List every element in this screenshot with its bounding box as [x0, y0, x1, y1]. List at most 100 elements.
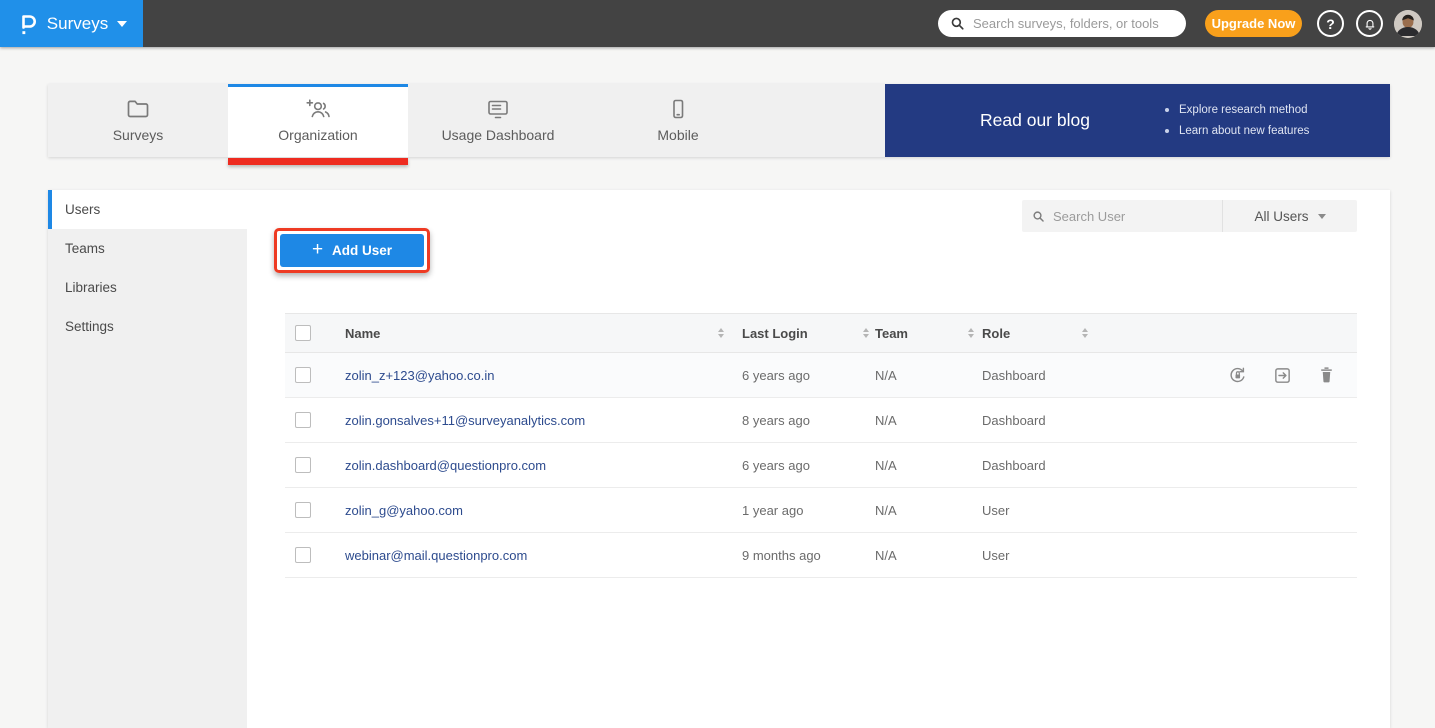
bullet-dot [1165, 129, 1169, 133]
user-email-link[interactable]: webinar@mail.questionpro.com [345, 548, 527, 563]
last-login-cell: 8 years ago [742, 413, 810, 428]
bullet-text: Explore research method [1179, 104, 1307, 116]
organization-panel: Users Teams Libraries Settings All Users [48, 190, 1390, 728]
column-header-name: Name [345, 326, 380, 341]
filter-selected-value: All Users [1254, 209, 1308, 224]
table-row: zolin.dashboard@questionpro.com 6 years … [285, 443, 1357, 488]
global-search-input[interactable] [973, 16, 1174, 31]
user-avatar[interactable] [1394, 10, 1422, 38]
team-cell: N/A [875, 458, 897, 473]
tab-organization[interactable]: Organization [228, 84, 408, 157]
tab-usage-dashboard[interactable]: Usage Dashboard [408, 84, 588, 157]
sort-icon[interactable] [718, 328, 724, 338]
questionpro-logo-icon [16, 12, 38, 36]
sidebar-item-label: Settings [65, 319, 114, 334]
add-user-button[interactable]: + Add User [280, 234, 424, 267]
sort-icon[interactable] [968, 328, 974, 338]
section-tab-bar: Surveys Organization Usage Dashboard [48, 84, 1390, 157]
product-switcher[interactable]: Surveys [0, 0, 143, 47]
login-as-user-button[interactable] [1273, 366, 1292, 385]
bullet-text: Learn about new features [1179, 125, 1309, 137]
user-email-link[interactable]: zolin.dashboard@questionpro.com [345, 458, 546, 473]
search-icon [950, 16, 965, 31]
banner-bullet: Learn about new features [1165, 125, 1309, 137]
reset-password-icon [1228, 366, 1247, 385]
chevron-down-icon [1318, 214, 1326, 219]
global-search[interactable] [938, 10, 1186, 37]
tab-label: Mobile [657, 127, 698, 143]
search-icon [1032, 210, 1045, 223]
row-checkbox[interactable] [295, 457, 311, 473]
tab-mobile[interactable]: Mobile [588, 84, 768, 157]
column-header-last-login: Last Login [742, 326, 808, 341]
table-row: webinar@mail.questionpro.com 9 months ag… [285, 533, 1357, 578]
row-checkbox[interactable] [295, 547, 311, 563]
notifications-button[interactable] [1356, 10, 1383, 37]
user-email-link[interactable]: zolin_g@yahoo.com [345, 503, 463, 518]
row-checkbox[interactable] [295, 367, 311, 383]
user-email-link[interactable]: zolin.gonsalves+11@surveyanalytics.com [345, 413, 585, 428]
delete-user-button[interactable] [1318, 366, 1335, 384]
tab-surveys[interactable]: Surveys [48, 84, 228, 157]
table-header-row: Name Last Login Team Role [285, 313, 1357, 353]
bullet-dot [1165, 108, 1169, 112]
login-arrow-icon [1273, 366, 1292, 385]
add-user-label: Add User [332, 243, 392, 258]
user-email-link[interactable]: zolin_z+123@yahoo.co.in [345, 368, 494, 383]
table-row: zolin.gonsalves+11@surveyanalytics.com 8… [285, 398, 1357, 443]
search-user-input[interactable] [1053, 209, 1212, 224]
last-login-cell: 1 year ago [742, 503, 803, 518]
role-cell: User [982, 503, 1009, 518]
blog-banner-bullets: Explore research method Learn about new … [1165, 104, 1309, 137]
sidebar-item-label: Teams [65, 241, 105, 256]
team-cell: N/A [875, 548, 897, 563]
banner-bullet: Explore research method [1165, 104, 1309, 116]
help-button[interactable]: ? [1317, 10, 1344, 37]
team-cell: N/A [875, 503, 897, 518]
red-highlight-underline [228, 158, 408, 165]
role-cell: User [982, 548, 1009, 563]
upgrade-now-button[interactable]: Upgrade Now [1205, 10, 1302, 37]
sidebar-item-label: Libraries [65, 280, 117, 295]
sidebar-item-label: Users [65, 202, 100, 217]
column-header-role: Role [982, 326, 1010, 341]
tab-label: Usage Dashboard [442, 127, 555, 143]
sidebar-item-libraries[interactable]: Libraries [48, 268, 247, 307]
sidebar-item-settings[interactable]: Settings [48, 307, 247, 346]
sort-icon[interactable] [1082, 328, 1088, 338]
topbar: Surveys Upgrade Now ? [0, 0, 1435, 47]
reset-password-button[interactable] [1228, 366, 1247, 385]
chevron-down-icon [117, 21, 127, 27]
table-row: zolin_z+123@yahoo.co.in 6 years ago N/A … [285, 353, 1357, 398]
product-name: Surveys [47, 14, 108, 34]
user-filter-dropdown[interactable]: All Users [1222, 200, 1357, 232]
add-people-icon [305, 98, 332, 120]
sidebar-item-users[interactable]: Users [48, 190, 247, 229]
question-mark-icon: ? [1326, 16, 1335, 32]
blog-banner-title: Read our blog [955, 110, 1115, 131]
plus-icon: + [312, 240, 323, 259]
role-cell: Dashboard [982, 458, 1046, 473]
tab-label: Organization [278, 127, 357, 143]
column-header-team: Team [875, 326, 908, 341]
search-user-box[interactable] [1022, 200, 1222, 232]
role-cell: Dashboard [982, 413, 1046, 428]
active-tab-indicator [228, 84, 408, 87]
select-all-checkbox[interactable] [295, 325, 311, 341]
last-login-cell: 6 years ago [742, 458, 810, 473]
bell-icon [1363, 17, 1377, 31]
tab-label: Surveys [113, 127, 164, 143]
last-login-cell: 6 years ago [742, 368, 810, 383]
trash-icon [1318, 366, 1335, 384]
dashboard-icon [486, 98, 510, 120]
row-checkbox[interactable] [295, 502, 311, 518]
team-cell: N/A [875, 413, 897, 428]
row-checkbox[interactable] [295, 412, 311, 428]
mobile-icon [667, 98, 689, 120]
blog-banner[interactable]: Read our blog Explore research method Le… [885, 84, 1390, 157]
sidebar-item-teams[interactable]: Teams [48, 229, 247, 268]
red-highlight-box: + Add User [274, 228, 430, 273]
sort-icon[interactable] [863, 328, 869, 338]
users-table: Name Last Login Team Role zolin_z+123@ya… [285, 313, 1357, 578]
tab-strip-filler [768, 84, 885, 157]
